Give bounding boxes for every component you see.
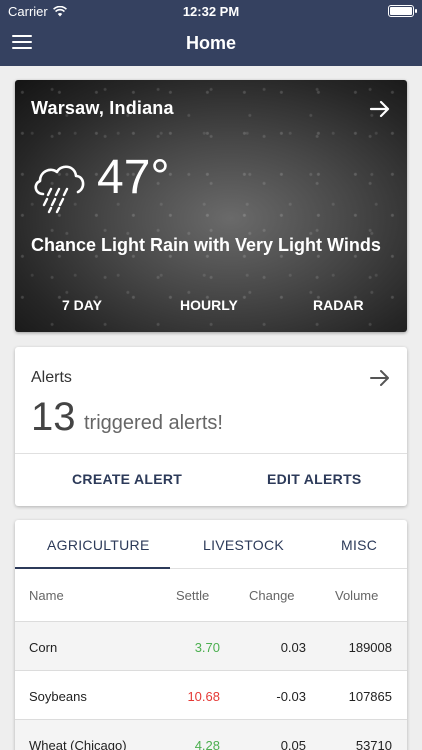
table-header: Name Settle Change Volume	[15, 569, 407, 621]
row-change: 0.03	[280, 640, 306, 655]
battery-icon	[388, 5, 417, 17]
row-name: Corn	[29, 640, 58, 655]
tab-misc[interactable]: MISC	[341, 537, 377, 553]
tab-agriculture[interactable]: AGRICULTURE	[47, 537, 150, 553]
top-bar: Carrier 12:32 PM Home	[0, 0, 422, 66]
rain-cloud-icon	[34, 165, 85, 214]
edit-alerts-button[interactable]: EDIT ALERTS	[267, 471, 362, 487]
divider	[15, 453, 407, 454]
weather-temperature: 47°	[97, 151, 170, 204]
tab-livestock[interactable]: LIVESTOCK	[203, 537, 284, 553]
page-title: Home	[185, 33, 236, 53]
alerts-count: 13	[31, 395, 76, 439]
weather-location: Warsaw, Indiana	[31, 98, 174, 118]
tab-radar[interactable]: RADAR	[313, 297, 364, 313]
status-time: 12:32 PM	[182, 4, 240, 19]
row-name: Wheat (Chicago)	[29, 738, 127, 750]
column-header-change: Change	[249, 588, 295, 603]
column-header-settle: Settle	[176, 588, 210, 603]
tab-hourly[interactable]: HOURLY	[180, 297, 238, 313]
alerts-title: Alerts	[31, 369, 72, 386]
table-row[interactable]: Soybeans 10.68 -0.03 107865	[15, 670, 407, 719]
weather-card[interactable]: Warsaw, Indiana 47° Chance Light Rain wi…	[15, 80, 407, 332]
row-settle: 10.68	[187, 689, 220, 704]
alerts-card: Alerts 13 triggered alerts! CREATE ALERT…	[15, 347, 407, 506]
row-name: Soybeans	[29, 689, 87, 704]
markets-card: AGRICULTURE LIVESTOCK MISC Name Settle C…	[15, 520, 407, 750]
weather-tabs: 7 DAY HOURLY RADAR	[15, 297, 407, 317]
status-bar: Carrier 12:32 PM	[0, 0, 422, 22]
markets-tabs: AGRICULTURE LIVESTOCK MISC	[15, 520, 407, 569]
nav-bar: Home	[0, 22, 422, 66]
row-volume: 53710	[355, 738, 392, 750]
table-row[interactable]: Corn 3.70 0.03 189008	[15, 621, 407, 670]
row-change: -0.03	[276, 689, 306, 704]
row-settle: 3.70	[194, 640, 220, 655]
row-volume: 107865	[348, 689, 392, 704]
row-change: 0.05	[280, 738, 306, 750]
table-row[interactable]: Wheat (Chicago) 4.28 0.05 53710	[15, 719, 407, 750]
column-header-name: Name	[29, 588, 64, 603]
arrow-right-icon[interactable]	[369, 98, 391, 120]
row-settle: 4.28	[194, 738, 220, 750]
alerts-count-text: triggered alerts!	[84, 412, 223, 434]
row-volume: 189008	[348, 640, 392, 655]
tab-7-day[interactable]: 7 DAY	[62, 297, 102, 313]
weather-condition: Chance Light Rain with Very Light Winds	[31, 235, 381, 255]
column-header-volume: Volume	[335, 588, 379, 603]
arrow-right-icon[interactable]	[369, 367, 391, 389]
create-alert-button[interactable]: CREATE ALERT	[72, 471, 182, 487]
